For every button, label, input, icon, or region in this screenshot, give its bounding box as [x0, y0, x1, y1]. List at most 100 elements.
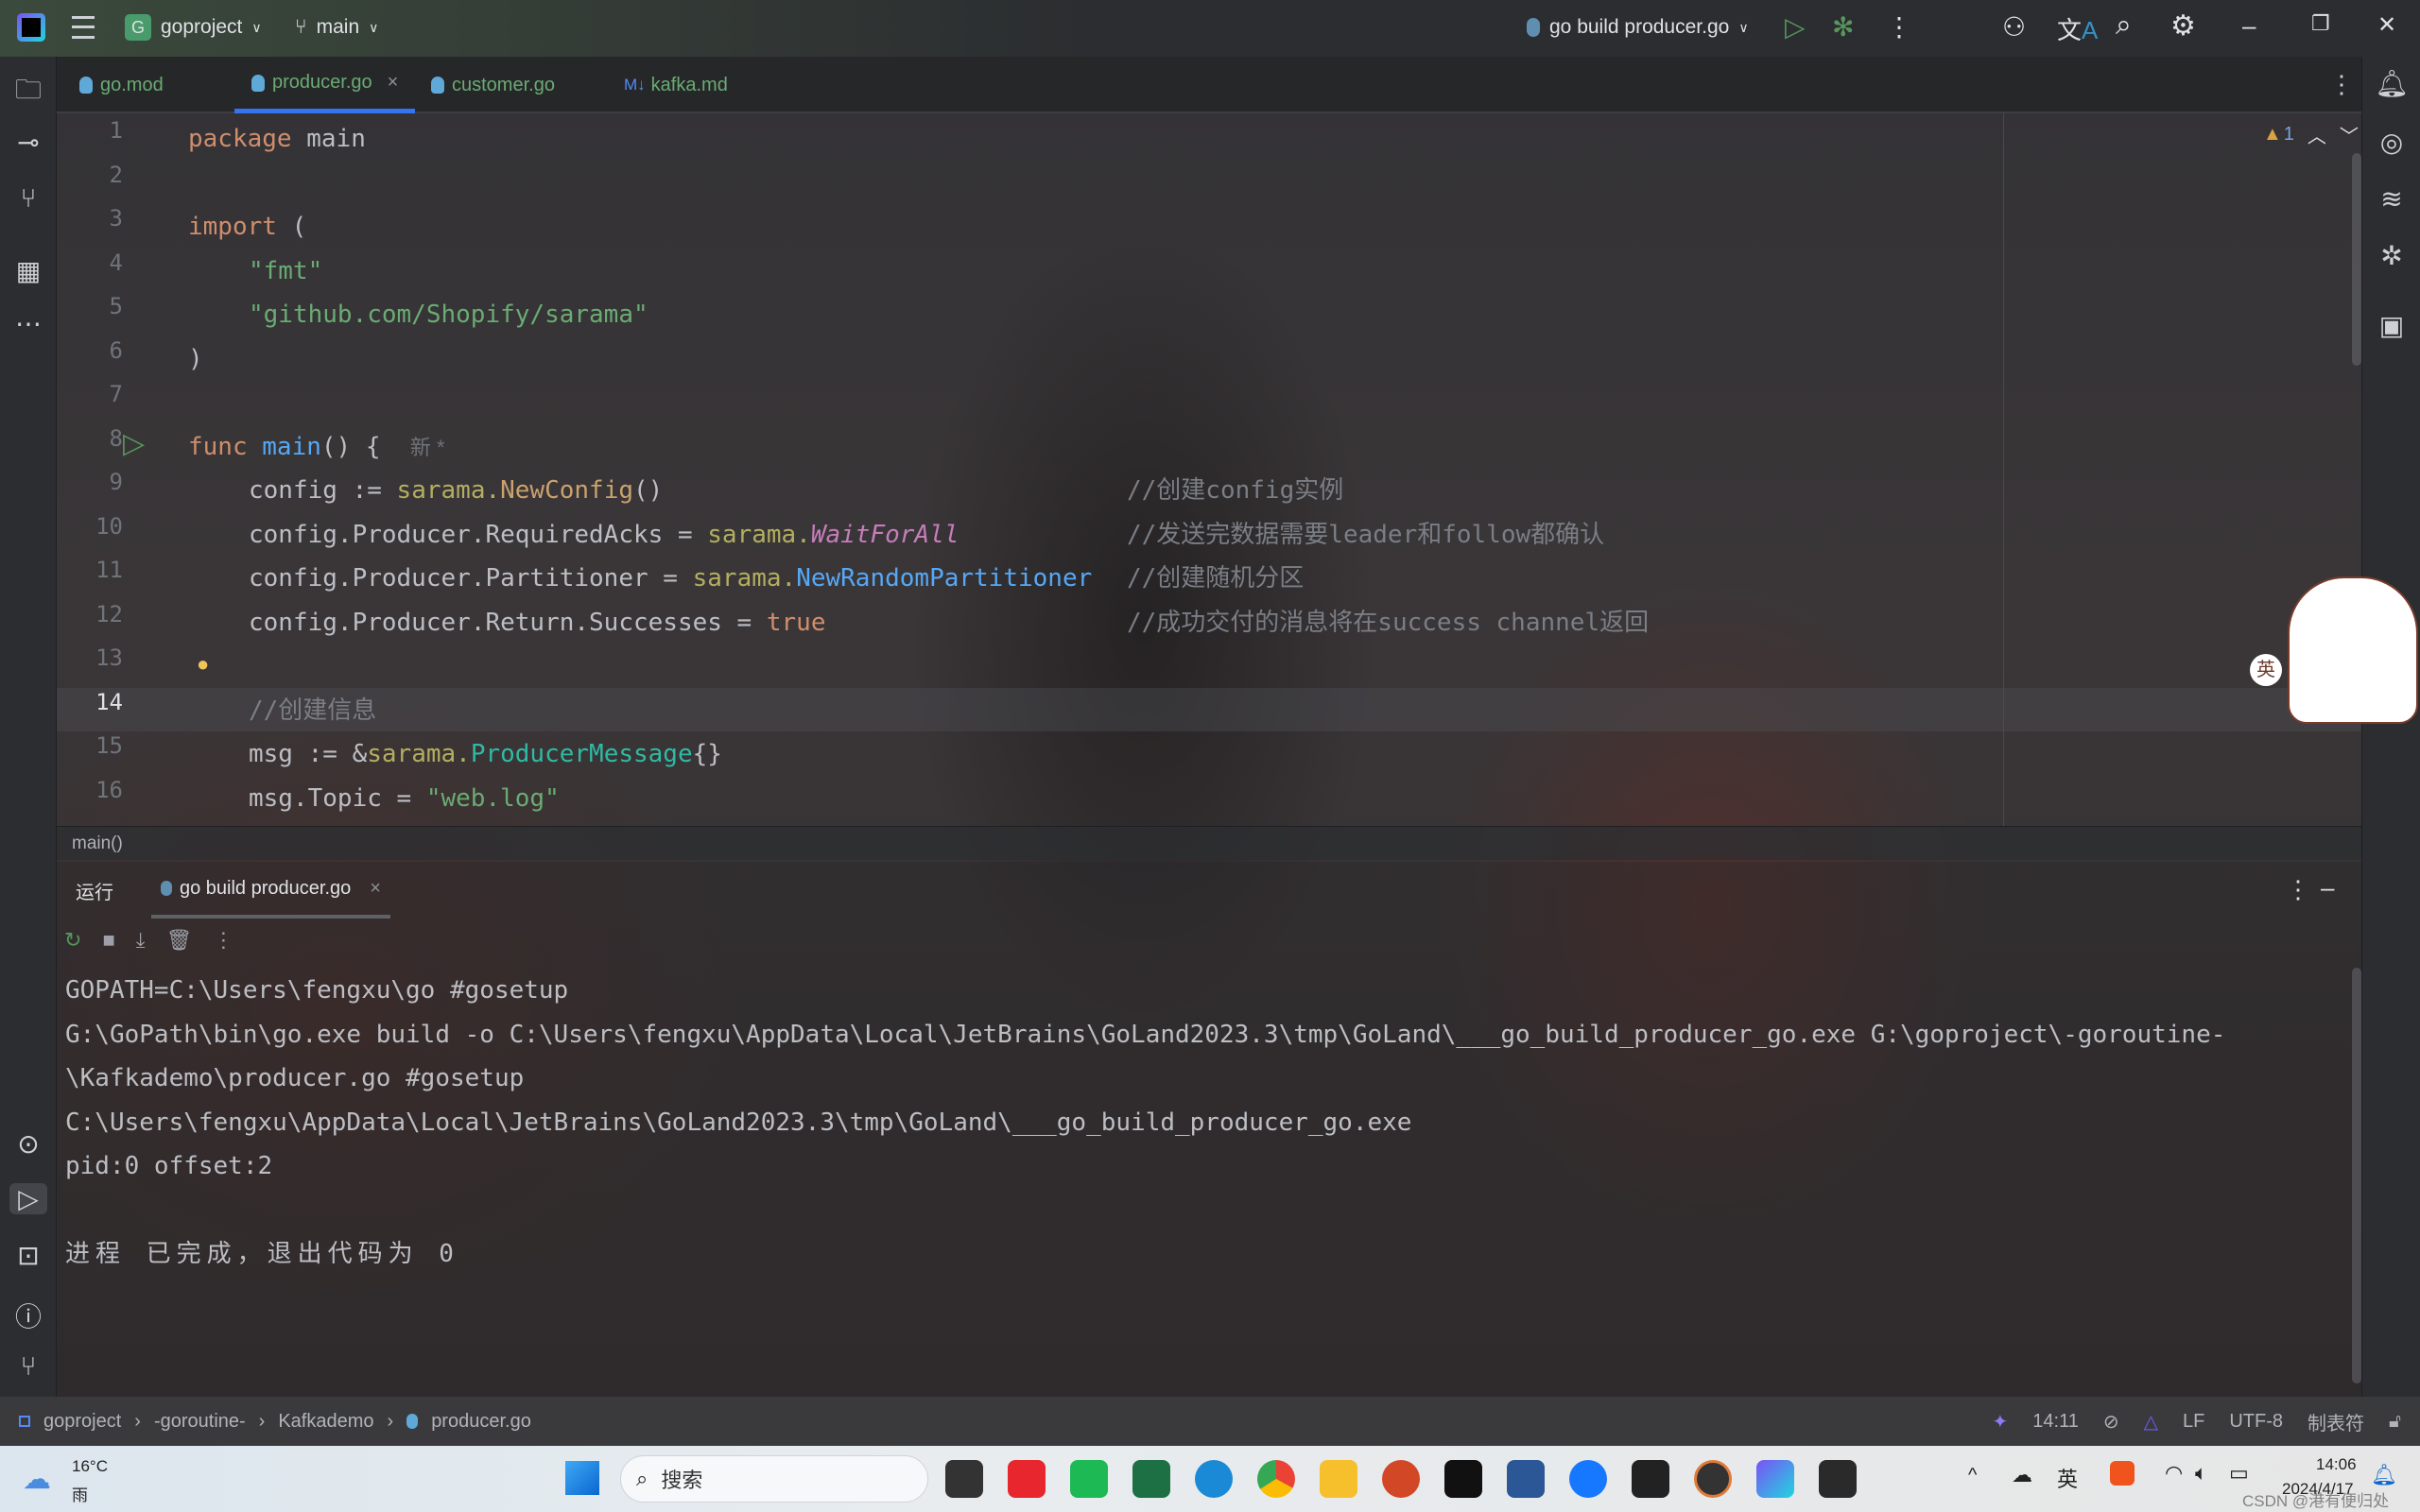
tray-overflow-icon[interactable]: ^ — [1968, 1465, 1977, 1486]
search-icon[interactable]: ⌕ — [2116, 9, 2132, 42]
close-tab-icon[interactable]: × — [370, 878, 381, 900]
taskbar-app-taskview[interactable] — [945, 1460, 983, 1498]
onedrive-icon[interactable]: ☁ — [2012, 1463, 2032, 1487]
console-scrollbar[interactable] — [2352, 968, 2361, 1383]
taskbar-app-powerpoint[interactable] — [1382, 1460, 1420, 1498]
git-icon[interactable]: ⑂ — [9, 1351, 47, 1382]
breadcrumb-item[interactable]: goproject — [43, 1411, 121, 1433]
commit-icon[interactable]: ⊸ — [9, 127, 47, 158]
rerun-icon[interactable]: ↻ — [64, 928, 81, 953]
panel-options-icon[interactable]: ⋮ — [2286, 875, 2310, 904]
taskbar-app-edge[interactable] — [1195, 1460, 1233, 1498]
taskbar-app-explorer[interactable] — [1320, 1460, 1357, 1498]
sogou-icon[interactable] — [2110, 1461, 2135, 1486]
problems-icon[interactable]: ⓘ — [9, 1297, 47, 1334]
breadcrumb-item[interactable]: main() — [72, 833, 123, 853]
settings-icon[interactable]: ⚙ — [2170, 9, 2196, 43]
indent-setting[interactable]: 制表符 — [2308, 1408, 2364, 1435]
tab-producer-go[interactable]: producer.go × — [234, 57, 416, 113]
ai-assistant-icon[interactable]: ◎ — [2373, 127, 2411, 158]
run-gutter-icon[interactable]: ▷ — [123, 427, 145, 460]
editor-scrollbar[interactable] — [2352, 153, 2361, 366]
breadcrumb-item[interactable]: producer.go — [431, 1411, 531, 1433]
battery-icon[interactable]: ▭ — [2229, 1461, 2249, 1486]
lock-icon[interactable]: 🔓︎ — [2389, 1411, 2401, 1433]
plugin-icon[interactable]: ✲ — [2373, 240, 2411, 271]
taskbar-app-player[interactable] — [1694, 1460, 1732, 1498]
taskbar-app-terminal[interactable] — [1819, 1460, 1857, 1498]
clock-time[interactable]: 14:06 — [2316, 1455, 2357, 1474]
main-menu-icon[interactable] — [72, 16, 95, 39]
pull-requests-icon[interactable]: ⑂ — [9, 183, 47, 214]
breadcrumb-item[interactable]: Kafkademo — [278, 1411, 373, 1433]
structure-icon[interactable]: ▦ — [9, 255, 47, 286]
tab-options-icon[interactable]: ⋮ — [2329, 70, 2354, 99]
volume-icon[interactable]: 🔈︎ — [2195, 1461, 2207, 1486]
taskbar-app-github[interactable] — [1444, 1460, 1482, 1498]
code-line-3: import ( — [188, 205, 306, 249]
terminal-icon[interactable]: ⊡ — [9, 1240, 47, 1271]
editor-breadcrumb[interactable]: main() — [57, 826, 2361, 860]
taskbar-app-word[interactable] — [1507, 1460, 1545, 1498]
code-line-1: package main — [188, 117, 366, 161]
dictionary-icon[interactable]: ▣ — [2373, 310, 2411, 341]
taskbar-app-unity[interactable] — [1632, 1460, 1669, 1498]
lightbulb-icon[interactable]: ● — [197, 652, 209, 677]
run-tool-icon[interactable]: ▷ — [9, 1183, 47, 1214]
project-folder-icon[interactable]: 🗀 — [9, 70, 47, 115]
tab-kafka-md[interactable]: M↓ kafka.md — [624, 57, 728, 113]
close-tab-icon[interactable]: × — [388, 72, 399, 94]
stop-icon[interactable]: ■ — [102, 928, 114, 953]
taskbar-app-green[interactable] — [1070, 1460, 1108, 1498]
plugin-status-icon[interactable]: △ — [2144, 1410, 2158, 1434]
translate-icon[interactable]: 文A — [2057, 11, 2098, 46]
punct: {} — [692, 740, 722, 768]
database-icon[interactable]: ≋ — [2373, 183, 2411, 215]
run-tab[interactable]: go build producer.go × — [151, 862, 390, 919]
tab-go-mod[interactable]: go.mod — [79, 57, 164, 113]
run-icon[interactable]: ▷ — [1785, 11, 1806, 43]
ime-mascot[interactable]: 英 — [2250, 567, 2418, 724]
more-icon[interactable]: ⋮ — [1886, 11, 1912, 43]
start-button[interactable] — [565, 1461, 599, 1495]
branch-switcher[interactable]: ⑂ main ∨ — [295, 16, 378, 39]
breadcrumb-item[interactable]: -goroutine- — [154, 1411, 246, 1433]
console-output[interactable]: GOPATH=C:\Users\fengxu\go #gosetup G:\Go… — [0, 0, 2225, 1268]
debug-icon[interactable]: ✻ — [1832, 11, 1854, 43]
wifi-icon[interactable]: ◠ — [2165, 1461, 2183, 1486]
clear-icon[interactable]: 🗑︎ — [165, 928, 192, 953]
add-user-icon[interactable]: ⚇ — [2002, 11, 2026, 43]
minimize-panel-icon[interactable]: – — [2321, 873, 2334, 902]
taskbar-app-youdao[interactable] — [1008, 1460, 1046, 1498]
taskbar-app-k[interactable] — [1569, 1460, 1607, 1498]
file-encoding[interactable]: UTF-8 — [2229, 1411, 2283, 1433]
more-icon[interactable]: ⋮ — [213, 928, 233, 953]
services-icon[interactable]: ⊙ — [9, 1128, 47, 1160]
line-number: 2 — [109, 162, 123, 188]
restore-button[interactable]: ❐ — [2311, 11, 2330, 36]
no-highlight-icon[interactable]: ⊘ — [2103, 1410, 2119, 1434]
chevron-down-icon[interactable]: ﹀ — [2340, 121, 2359, 148]
close-button[interactable]: ✕ — [2377, 11, 2396, 39]
chevron-up-icon[interactable]: ︿ — [2308, 121, 2326, 148]
inspection-widget[interactable]: ▲ 1 ︿ ﹀ — [2263, 121, 2359, 148]
notifications-icon[interactable]: 🔔︎ — [2373, 68, 2411, 99]
notification-bell-icon[interactable]: 🔔︎ — [2371, 1463, 2397, 1487]
weather-icon[interactable]: ☁ — [23, 1463, 51, 1496]
more-tools-icon[interactable]: ⋯ — [9, 308, 47, 339]
line-separator[interactable]: LF — [2183, 1411, 2204, 1433]
run-config-selector[interactable]: go build producer.go ∨ — [1527, 16, 1749, 39]
scroll-to-end-icon[interactable]: ⤓ — [136, 928, 146, 953]
minimize-button[interactable]: – — [2242, 11, 2256, 41]
tab-customer-go[interactable]: customer.go — [431, 57, 555, 113]
taskbar-app-goland[interactable] — [1756, 1460, 1794, 1498]
project-switcher[interactable]: G goproject ∨ — [125, 14, 262, 41]
taskbar-search[interactable]: ⌕ 搜索 — [620, 1455, 928, 1503]
ai-icon[interactable]: ✦ — [1993, 1410, 2009, 1434]
ime-tray[interactable]: 英 — [2057, 1463, 2078, 1493]
status-widgets: ✦ 14:11 ⊘ △ LF UTF-8 制表符 🔓︎ — [1993, 1408, 2401, 1435]
caret-position[interactable]: 14:11 — [2032, 1411, 2079, 1433]
taskbar-app-excel[interactable] — [1132, 1460, 1170, 1498]
taskbar-app-chrome[interactable] — [1257, 1460, 1295, 1498]
ime-indicator[interactable]: 英 — [2250, 654, 2282, 686]
